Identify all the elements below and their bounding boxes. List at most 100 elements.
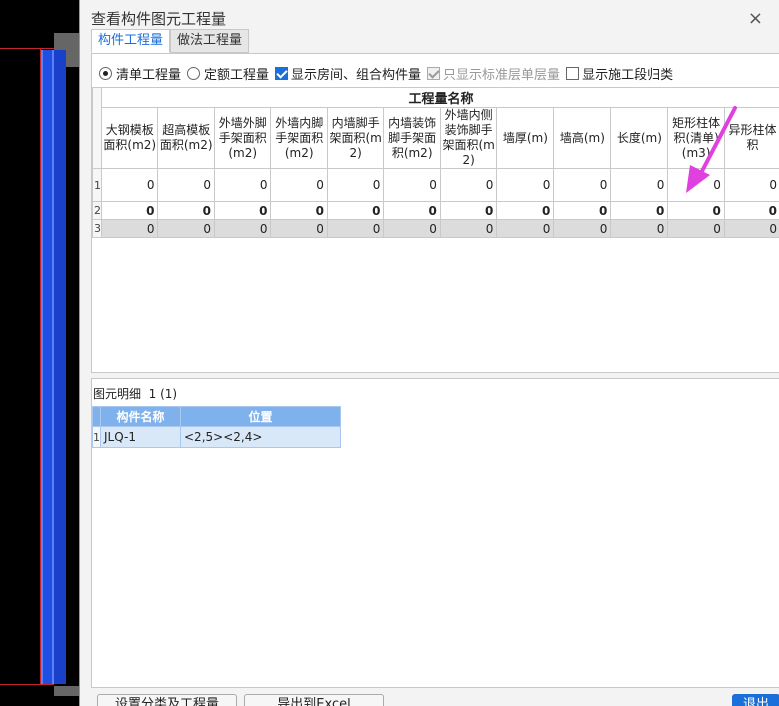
checkbox-standard-floor-label: 只显示标准层单层量 (443, 68, 561, 83)
cad-red-line (0, 48, 54, 49)
row-number: 1 (92, 168, 102, 202)
checkbox-icon[interactable] (275, 67, 289, 80)
table-cell[interactable]: 0 (667, 201, 725, 220)
quantity-dialog: 查看构件图元工程量 × 构件工程量 做法工程量 清单工程量 定额工程量 显示房间… (79, 0, 779, 706)
options-bar: 清单工程量 定额工程量 显示房间、组合构件量 只显示标准层单层量 显示施工段归类 (99, 64, 679, 83)
radio-list-label: 清单工程量 (116, 68, 182, 83)
table-cell[interactable]: 0 (100, 201, 159, 220)
column-header[interactable]: 大钢模板面积(m2) (100, 107, 159, 169)
cad-wall-element[interactable] (41, 50, 54, 684)
column-header[interactable]: 外墙内脚手架面积(m2) (270, 107, 328, 169)
checkbox-icon[interactable] (566, 67, 580, 80)
table-cell[interactable]: 0 (157, 201, 215, 220)
table-cell[interactable]: 0 (496, 201, 555, 220)
group-header: 工程量名称 (101, 87, 779, 108)
checkbox-icon (427, 67, 441, 80)
column-header[interactable]: 墙厚(m) (496, 107, 555, 169)
column-header-row: 大钢模板面积(m2) 超高模板面积(m2) 外墙外脚手架面积(m2) 外墙内脚手… (93, 107, 779, 169)
table-cell[interactable]: 0 (496, 219, 555, 238)
table-cell[interactable]: 0 (439, 219, 498, 238)
cad-wall-element-2[interactable] (54, 50, 66, 684)
quantity-table: 工程量名称 大钢模板面积(m2) 超高模板面积(m2) 外墙外脚手架面积(m2)… (92, 87, 779, 238)
table-cell[interactable]: 0 (723, 168, 779, 202)
table-cell[interactable]: 0 (157, 168, 215, 202)
table-cell[interactable]: 0 (326, 219, 385, 238)
table-cell[interactable]: 0 (383, 219, 441, 238)
cad-canvas[interactable] (0, 0, 80, 706)
detail-count: 1 (1) (148, 387, 178, 401)
component-name-cell[interactable]: JLQ-1 (100, 426, 181, 448)
table-cell[interactable]: 0 (100, 219, 159, 238)
close-icon[interactable]: × (748, 8, 763, 29)
table-cell[interactable]: 0 (667, 168, 725, 202)
detail-title-label: 图元明细 (93, 387, 142, 401)
table-cell[interactable]: 0 (553, 168, 612, 202)
table-cell[interactable]: 0 (496, 168, 555, 202)
table-cell[interactable]: 0 (667, 219, 725, 238)
checkbox-show-rooms-label: 显示房间、组合构件量 (291, 68, 422, 83)
table-cell[interactable]: 0 (383, 168, 441, 202)
dialog-title: 查看构件图元工程量 (91, 10, 227, 28)
column-header[interactable]: 超高模板面积(m2) (157, 107, 215, 169)
table-cell[interactable]: 0 (723, 219, 779, 238)
quantity-grid[interactable]: 工程量名称 大钢模板面积(m2) 超高模板面积(m2) 外墙外脚手架面积(m2)… (92, 87, 779, 372)
table-cell[interactable]: 0 (553, 201, 612, 220)
tab-method-quantity[interactable]: 做法工程量 (170, 29, 250, 53)
cad-gray-block-bottom (54, 686, 80, 696)
checkbox-construction-segment-label: 显示施工段归类 (582, 68, 674, 83)
column-header[interactable]: 异形柱体积 (723, 107, 779, 169)
column-header[interactable]: 内墙脚手架面积(m2) (326, 107, 385, 169)
column-header[interactable]: 位置 (180, 406, 341, 427)
table-cell[interactable]: 0 (100, 168, 159, 202)
tab-bar: 构件工程量 做法工程量 (91, 29, 250, 53)
table-row[interactable]: 1 JLQ-1 <2,5><2,4> (92, 426, 341, 448)
detail-table: 构件名称 位置 1 JLQ-1 <2,5><2,4> (92, 406, 341, 448)
row-number: 2 (92, 201, 102, 220)
column-header[interactable]: 内墙装饰脚手架面积(m2) (383, 107, 441, 169)
group-header-label: 工程量名称 (408, 92, 474, 107)
table-cell[interactable]: 0 (270, 219, 328, 238)
position-cell[interactable]: <2,5><2,4> (180, 426, 341, 448)
table-cell[interactable]: 0 (553, 219, 612, 238)
table-cell[interactable]: 0 (723, 201, 779, 220)
table-row[interactable]: 1 0 0 0 0 0 0 0 0 0 0 0 0 (92, 168, 779, 202)
cad-red-line-bottom (0, 684, 54, 685)
radio-icon[interactable] (99, 67, 112, 80)
exit-button[interactable]: 退出 (732, 694, 779, 706)
detail-title: 图元明细 1 (1) (93, 385, 177, 402)
column-header[interactable]: 矩形柱体积(清单)(m3) (667, 107, 725, 169)
table-cell[interactable]: 0 (610, 219, 669, 238)
tab-component-quantity[interactable]: 构件工程量 (91, 29, 171, 53)
column-header[interactable]: 外墙内侧装饰脚手架面积(m2) (439, 107, 498, 169)
table-cell[interactable]: 0 (326, 201, 385, 220)
checkbox-standard-floor: 只显示标准层单层量 (427, 64, 560, 83)
table-cell[interactable]: 0 (270, 168, 328, 202)
table-cell[interactable]: 0 (270, 201, 328, 220)
table-row[interactable]: 2 0 0 0 0 0 0 0 0 0 0 0 0 (92, 201, 779, 220)
table-cell[interactable]: 0 (213, 168, 272, 202)
column-header[interactable]: 墙高(m) (553, 107, 612, 169)
table-cell[interactable]: 0 (213, 219, 272, 238)
table-cell[interactable]: 0 (157, 219, 215, 238)
column-header[interactable]: 长度(m) (610, 107, 669, 169)
table-cell[interactable]: 0 (610, 168, 669, 202)
table-cell[interactable]: 0 (326, 168, 385, 202)
table-cell[interactable]: 0 (439, 168, 498, 202)
column-header[interactable]: 外墙外脚手架面积(m2) (213, 107, 272, 169)
table-cell[interactable]: 0 (439, 201, 498, 220)
row-number: 3 (92, 219, 102, 238)
table-cell[interactable]: 0 (213, 201, 272, 220)
row-number: 1 (92, 426, 101, 448)
radio-icon[interactable] (187, 67, 201, 80)
table-cell[interactable]: 0 (383, 201, 441, 220)
checkbox-construction-segment[interactable]: 显示施工段归类 (566, 64, 673, 83)
radio-quota-label: 定额工程量 (204, 68, 270, 83)
table-row[interactable]: 3 0 0 0 0 0 0 0 0 0 0 0 0 (92, 219, 779, 238)
set-classification-button[interactable]: 设置分类及工程量 (97, 694, 237, 706)
radio-quota-quantity[interactable]: 定额工程量 (187, 64, 269, 83)
checkbox-show-rooms[interactable]: 显示房间、组合构件量 (275, 64, 421, 83)
column-header[interactable]: 构件名称 (100, 406, 181, 427)
radio-list-quantity[interactable]: 清单工程量 (99, 64, 181, 83)
export-excel-button[interactable]: 导出到Excel (244, 694, 384, 706)
table-cell[interactable]: 0 (610, 201, 669, 220)
